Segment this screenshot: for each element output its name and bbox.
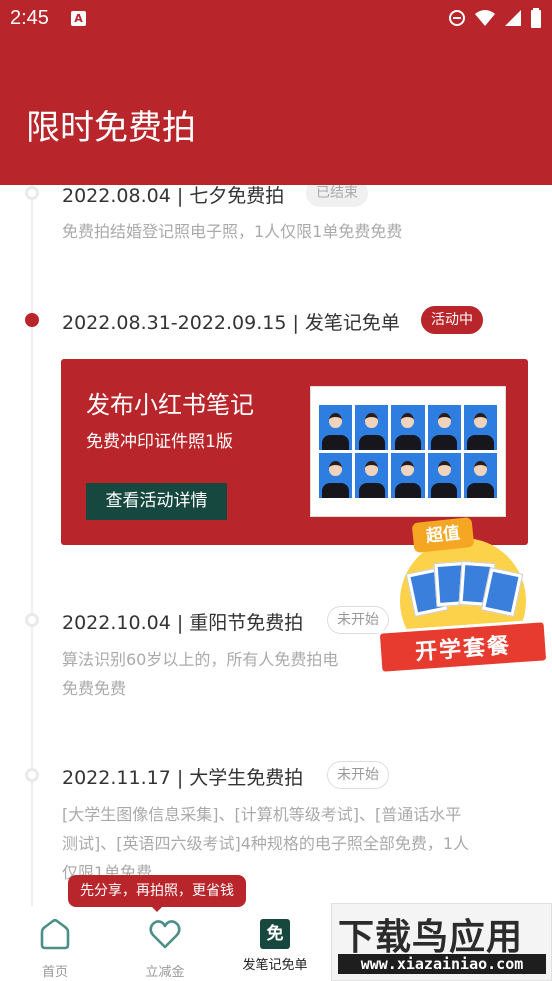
event-title: 2022.08.31-2022.09.15 | 发笔记免单: [62, 312, 400, 334]
wifi-icon: [475, 10, 495, 26]
page-title: 限时免费拍: [26, 108, 196, 148]
event-title: 2022.11.17 | 大学生免费拍: [62, 767, 304, 789]
promo-heading: 发布小红书笔记: [86, 391, 254, 419]
nav-item-home[interactable]: 首页: [0, 916, 110, 980]
app-header: 2:45 A 限时免费拍: [0, 0, 552, 185]
event-title: 2022.10.04 | 重阳节免费拍: [62, 612, 304, 634]
home-icon: [40, 918, 70, 950]
timeline-dot: [25, 613, 39, 627]
battery-icon: [531, 8, 541, 28]
id-photo: [391, 453, 425, 498]
badge-top-label: 超值: [411, 516, 475, 554]
share-tooltip: 先分享，再拍照，更省钱: [68, 875, 246, 907]
school-package-badge[interactable]: 超值 开学套餐: [376, 516, 550, 685]
timeline-dot: [25, 186, 39, 200]
event-description: 免费拍结婚登记照电子照，1人仅限1单免费免费: [62, 222, 403, 241]
id-photo: [463, 453, 497, 498]
site-watermark: 下载鸟应用 www.xiazainiao.com: [331, 903, 552, 981]
nav-label: 立减金: [145, 965, 185, 980]
heart-icon: [149, 920, 181, 949]
status-icons: [448, 8, 542, 28]
nav-label: 首页: [41, 965, 68, 980]
id-photo: [463, 405, 497, 450]
event-title: 2022.08.04 | 七夕免费拍: [62, 185, 285, 207]
desc-line: 测试]、[英语四六级考试]4种规格的电子照全部免费，1人: [62, 834, 470, 853]
watermark-title: 下载鸟应用: [338, 917, 524, 958]
id-photo: [427, 405, 461, 450]
id-photo: [427, 453, 461, 498]
notification-icon: A: [71, 11, 86, 26]
nav-item-discount[interactable]: 立减金: [110, 916, 220, 980]
id-photo: [355, 453, 389, 498]
timeline-dot: [25, 768, 39, 782]
id-photo-sheet-image: [310, 386, 506, 517]
id-photo: [319, 453, 353, 498]
timeline-line: [31, 160, 33, 910]
nav-item-free-order[interactable]: 免 发笔记免单: [220, 916, 330, 973]
id-photo: [391, 405, 425, 450]
status-badge: 活动中: [421, 306, 483, 334]
free-badge-icon: 免: [260, 919, 290, 949]
id-photo: [355, 405, 389, 450]
status-time: 2:45: [10, 7, 49, 29]
timeline-dot-active: [25, 313, 39, 327]
nav-label: 发笔记免单: [242, 958, 308, 973]
signal-icon: [505, 10, 521, 26]
event-description: [大学生图像信息采集]、[计算机等级考试]、[普通话水平 测试]、[英语四六级考…: [62, 800, 532, 887]
dnd-icon: [449, 10, 465, 26]
status-bar: 2:45 A: [0, 0, 552, 38]
desc-line: [大学生图像信息采集]、[计算机等级考试]、[普通话水平: [62, 805, 462, 824]
promo-card[interactable]: 发布小红书笔记 免费冲印证件照1版 查看活动详情: [61, 359, 528, 545]
view-details-button[interactable]: 查看活动详情: [86, 483, 227, 520]
tooltip-arrow: [150, 905, 164, 912]
promo-subheading: 免费冲印证件照1版: [86, 432, 233, 452]
badge-ribbon: 开学套餐: [376, 619, 550, 675]
watermark-url: www.xiazainiao.com: [338, 954, 546, 974]
id-photo: [319, 405, 353, 450]
status-badge: 未开始: [327, 761, 389, 789]
